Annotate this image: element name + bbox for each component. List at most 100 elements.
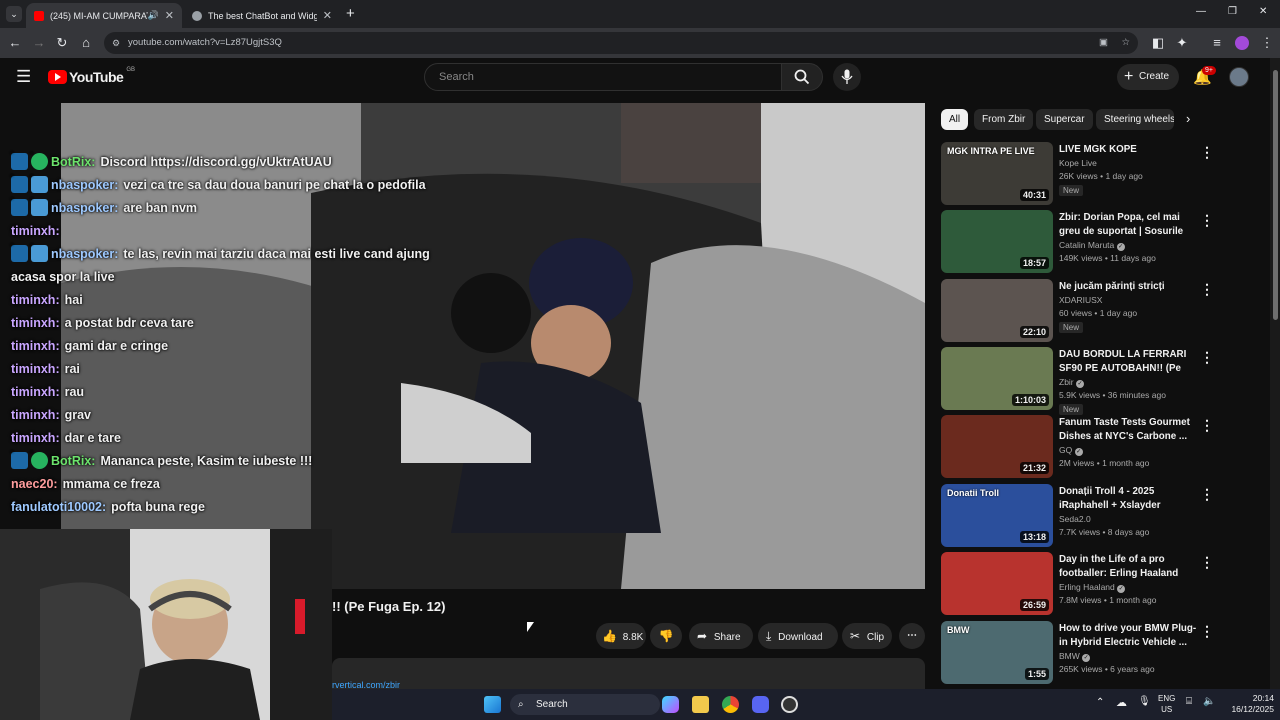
create-button[interactable]: + Create	[1117, 64, 1179, 90]
channel-name[interactable]: GQ ✓	[1059, 445, 1083, 456]
voice-search-button[interactable]	[833, 63, 861, 91]
recommended-video[interactable]: MGK INTRA PE LIVE 40:31 LIVE MGK KOPE Kope …	[941, 142, 1261, 206]
discord-icon[interactable]	[752, 696, 769, 713]
more-options-icon[interactable]: ⋮	[1200, 349, 1214, 366]
reading-list-icon[interactable]: ≡	[1208, 34, 1226, 52]
channel-name[interactable]: Erling Haaland ✓	[1059, 582, 1126, 593]
tray-chevron-icon[interactable]: ⌃	[1096, 697, 1104, 708]
video-thumbnail[interactable]: 1:10:03	[941, 347, 1053, 410]
video-title[interactable]: LIVE MGK KOPE	[1059, 143, 1199, 157]
video-title[interactable]: Fanum Taste Tests Gourmet Dishes at NYC'…	[1059, 416, 1199, 443]
reload-icon[interactable]: ↻	[53, 34, 71, 52]
video-thumbnail[interactable]: 18:57	[941, 210, 1053, 273]
copilot-icon[interactable]	[662, 696, 679, 713]
bookmark-star-icon[interactable]: ☆	[1121, 32, 1130, 54]
chip-steering-wheels[interactable]: Steering wheels	[1096, 109, 1174, 130]
channel-name[interactable]: Zbir ✓	[1059, 377, 1085, 388]
close-tab-icon[interactable]: ✕	[165, 9, 174, 22]
minimize-button[interactable]: —	[1196, 6, 1206, 17]
recommended-video[interactable]: 1:10:03 DAU BORDUL LA FERRARI SF90 PE AUT…	[941, 347, 1261, 415]
video-thumbnail[interactable]: Donatii Troll 13:18	[941, 484, 1053, 547]
app-icon[interactable]	[781, 696, 798, 713]
clock[interactable]: 20:14 16/12/2025	[1230, 693, 1274, 715]
video-duration: 22:10	[1019, 326, 1049, 338]
install-app-icon[interactable]: ▣	[1099, 32, 1108, 54]
maximize-button[interactable]: ❐	[1228, 6, 1237, 17]
more-options-icon[interactable]: ⋮	[1200, 212, 1214, 229]
tab-youtube[interactable]: (245) MI-AM CUMPARAT FE 🔊 ✕	[26, 3, 182, 28]
network-icon[interactable]: ⌸	[1186, 696, 1192, 707]
chip-all[interactable]: All	[941, 109, 969, 130]
file-explorer-icon[interactable]	[692, 696, 709, 713]
account-avatar[interactable]	[1229, 67, 1249, 87]
mic-tray-icon[interactable]: 🎙	[1138, 696, 1151, 707]
more-options-icon[interactable]: ⋮	[1200, 144, 1214, 161]
video-title[interactable]: Donații Troll 4 - 2025 iRaphahell + Xsla…	[1059, 485, 1199, 512]
more-options-icon[interactable]: ⋮	[1200, 554, 1214, 571]
chip-from-zbir[interactable]: From Zbir	[974, 109, 1034, 130]
channel-name[interactable]: Kope Live	[1059, 158, 1097, 168]
back-icon[interactable]: ←	[6, 34, 24, 52]
speaker-icon[interactable]: 🔊	[148, 10, 159, 21]
site-info-icon[interactable]: ⚙	[112, 32, 120, 54]
recommended-video[interactable]: 26:59 Day in the Life of a pro footballer…	[941, 552, 1261, 616]
scrollbar-thumb[interactable]	[1273, 70, 1278, 320]
chevron-right-icon[interactable]: ›	[1186, 111, 1190, 126]
video-title[interactable]: DAU BORDUL LA FERRARI SF90 PE AUTOBAHN!!…	[1059, 348, 1199, 376]
share-button[interactable]: ➦ Share	[689, 623, 753, 649]
channel-name[interactable]: BMW ✓	[1059, 651, 1091, 662]
video-title[interactable]: Zbir: Dorian Popa, cel mai greu de supor…	[1059, 211, 1199, 239]
video-title[interactable]: Day in the Life of a pro footballer: Erl…	[1059, 553, 1199, 580]
onedrive-icon[interactable]: ☁	[1116, 696, 1127, 709]
video-thumbnail[interactable]: 22:10	[941, 279, 1053, 342]
url-bar[interactable]: ⚙ youtube.com/watch?v=Lz87UgjtS3Q ▣ ☆	[104, 32, 1138, 54]
video-title[interactable]: Ne jucăm părinți stricți	[1059, 280, 1199, 294]
more-options-icon[interactable]: ⋮	[1200, 623, 1214, 640]
more-options-icon[interactable]: ⋮	[1200, 486, 1214, 503]
youtube-logo[interactable]: YouTube GB	[48, 67, 135, 85]
taskbar-search[interactable]: ⌕ Search	[510, 694, 660, 715]
close-tab-icon[interactable]: ✕	[323, 9, 332, 22]
recommended-video[interactable]: 21:32 Fanum Taste Tests Gourmet Dishes at…	[941, 415, 1261, 479]
extension-icon[interactable]: ◧	[1149, 34, 1167, 52]
windows-start-icon[interactable]	[484, 696, 501, 713]
download-button[interactable]: ⤓ Download	[758, 623, 838, 649]
channel-name[interactable]: Seda2.0	[1059, 514, 1091, 524]
recommended-video[interactable]: 22:10 Ne jucăm părinți stricți XDARIUSX 60 …	[941, 279, 1261, 343]
chrome-icon[interactable]	[722, 696, 739, 713]
extensions-puzzle-icon[interactable]: ✦	[1173, 34, 1191, 52]
home-icon[interactable]: ⌂	[77, 34, 95, 52]
recommended-video[interactable]: 18:57 Zbir: Dorian Popa, cel mai greu de …	[941, 210, 1261, 274]
video-title[interactable]: How to drive your BMW Plug-in Hybrid Ele…	[1059, 622, 1199, 649]
tab-chatbot[interactable]: The best ChatBot and Widgets f ✕	[184, 3, 340, 28]
like-button[interactable]: 👍 8.8K	[596, 623, 646, 649]
search-button[interactable]	[781, 63, 823, 91]
video-meta: 7.8M views • 1 month ago	[1059, 595, 1157, 605]
browser-menu-icon[interactable]: ⋮	[1258, 34, 1276, 52]
search-input[interactable]: Search	[424, 63, 782, 91]
dislike-button[interactable]: 👎	[650, 623, 682, 649]
more-options-icon[interactable]: ⋮	[1200, 417, 1214, 434]
tab-title: The best ChatBot and Widgets f	[208, 10, 317, 21]
more-options-icon[interactable]: ⋮	[1200, 281, 1214, 298]
tab-search-button[interactable]: ⌄	[6, 6, 22, 22]
language-indicator[interactable]: ENG US	[1158, 693, 1175, 715]
clip-button[interactable]: ✂ Clip	[842, 623, 892, 649]
hamburger-menu-icon[interactable]: ☰	[16, 67, 31, 87]
recommended-video[interactable]: Donatii Troll 13:18 Donații Troll 4 - 2025…	[941, 484, 1261, 548]
video-thumbnail[interactable]: BMW 1:55	[941, 621, 1053, 684]
new-tab-button[interactable]: +	[346, 5, 355, 22]
recommended-video[interactable]: BMW 1:55 How to drive your BMW Plug-in Hyb…	[941, 621, 1261, 685]
chip-supercar[interactable]: Supercar	[1036, 109, 1093, 130]
video-thumbnail[interactable]: MGK INTRA PE LIVE 40:31	[941, 142, 1053, 205]
volume-icon[interactable]: 🔈	[1203, 696, 1215, 707]
more-actions-button[interactable]: ⋯	[899, 623, 925, 649]
forward-icon[interactable]: →	[30, 34, 48, 52]
video-thumbnail[interactable]: 26:59	[941, 552, 1053, 615]
profile-avatar[interactable]	[1235, 36, 1249, 50]
video-thumbnail[interactable]: 21:32	[941, 415, 1053, 478]
channel-label: Seda2.0	[1059, 514, 1091, 524]
channel-name[interactable]: Catalin Maruta ✓	[1059, 240, 1125, 251]
close-window-button[interactable]: ✕	[1259, 6, 1267, 17]
channel-name[interactable]: XDARIUSX	[1059, 295, 1102, 305]
